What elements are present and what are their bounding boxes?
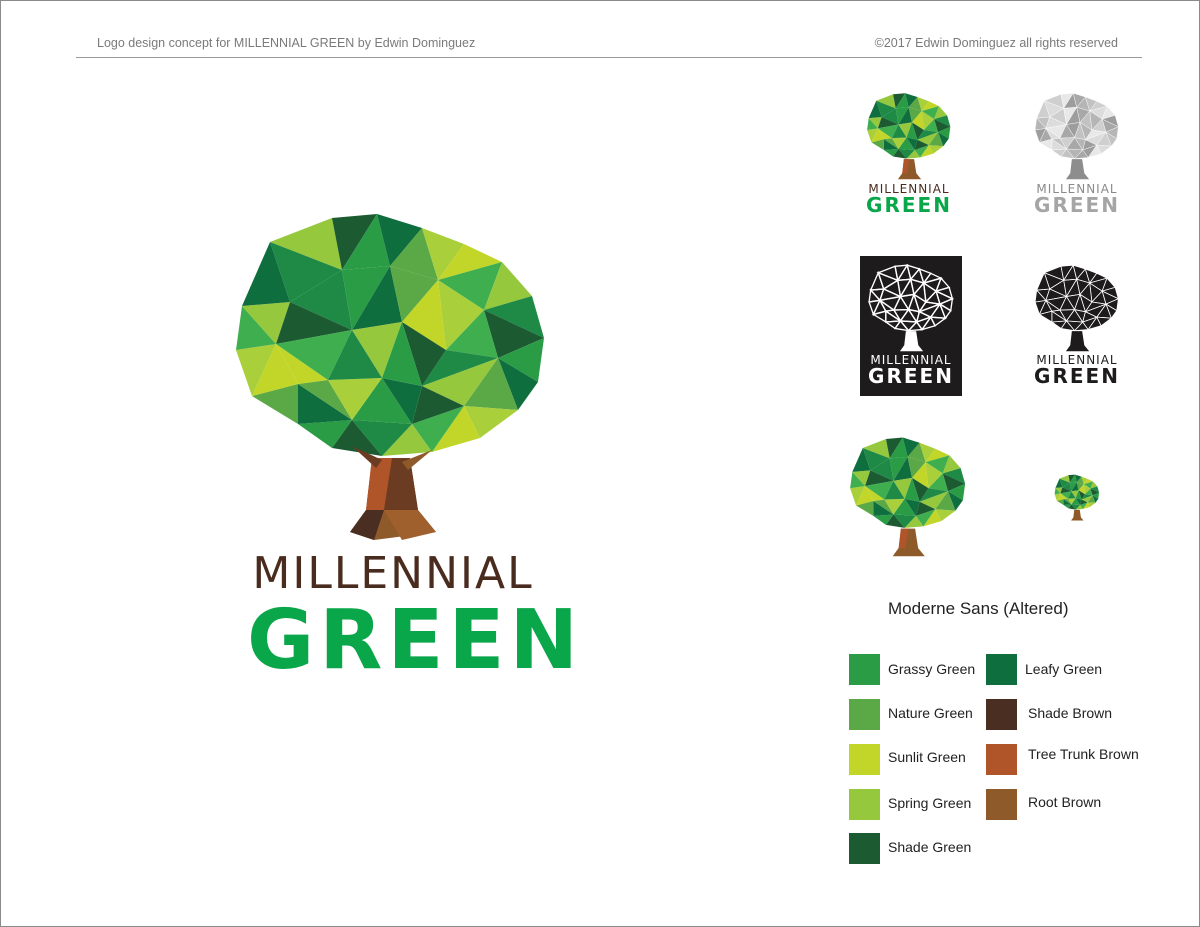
variant-tree-small — [1054, 474, 1100, 521]
variant-grey-tree — [1034, 92, 1119, 180]
canopy-facet — [899, 308, 918, 323]
main-tree-logo — [236, 214, 544, 540]
swatch-shade-brown — [986, 699, 1017, 730]
variant-color-wordmark: MILLENNIAL GREEN — [866, 182, 952, 217]
swatch-label: Root Brown — [1028, 794, 1102, 810]
wordmark-millennial: MILLENNIAL — [252, 548, 534, 599]
swatch-label: Sunlit Green — [888, 749, 966, 765]
swatch-label: Leafy Green — [1025, 661, 1103, 677]
page-frame — [0, 0, 1200, 927]
swatch-label: Spring Green — [888, 795, 972, 811]
swatch-label: Shade Green — [888, 839, 972, 855]
swatch-label: Nature Green — [888, 705, 973, 721]
variant-black-tree — [1034, 264, 1120, 352]
swatch-nature-green — [849, 699, 880, 730]
canopy-facet — [912, 292, 927, 314]
swatch-label: Shade Brown — [1028, 705, 1113, 721]
variant-outline-white-tree — [868, 264, 954, 352]
variant-tree-medium — [850, 437, 966, 557]
swatch-leafy-green — [986, 654, 1017, 685]
swatch-shade-green — [849, 833, 880, 864]
canopy-facet — [922, 272, 943, 285]
canopy-facet — [892, 308, 910, 323]
swatch-spring-green — [849, 789, 880, 820]
variant-color-tree — [867, 93, 951, 180]
swatch-root-brown — [986, 789, 1017, 820]
swatch-label: Tree Trunk Brown — [1028, 746, 1139, 762]
variant-white-wordmark: MILLENNIAL GREEN — [868, 353, 954, 388]
variant-black-wordmark: MILLENNIAL GREEN — [1034, 353, 1120, 388]
canopy-facet — [868, 288, 882, 303]
canopy-facet — [909, 278, 925, 296]
canopy-facet — [892, 295, 910, 311]
copyright-notice: ©2017 Edwin Dominguez all rights reserve… — [874, 36, 1118, 50]
header-caption: Logo design concept for MILLENNIAL GREEN… — [97, 36, 476, 50]
swatch-sunlit-green — [849, 744, 880, 775]
canopy-facet — [869, 270, 885, 291]
canopy-facet — [938, 302, 952, 320]
font-name-label: Moderne Sans (Altered) — [888, 599, 1069, 618]
wordmark-green: GREEN — [247, 593, 584, 688]
swatch-grassy-green — [849, 654, 880, 685]
swatch-tree-trunk-brown — [986, 744, 1017, 775]
canopy-facet — [883, 309, 902, 322]
main-wordmark: MILLENNIAL GREEN — [247, 548, 584, 688]
header-divider — [76, 57, 1142, 58]
swatch-label: Grassy Green — [888, 661, 976, 677]
variant-grey-wordmark: MILLENNIAL GREEN — [1034, 182, 1120, 217]
